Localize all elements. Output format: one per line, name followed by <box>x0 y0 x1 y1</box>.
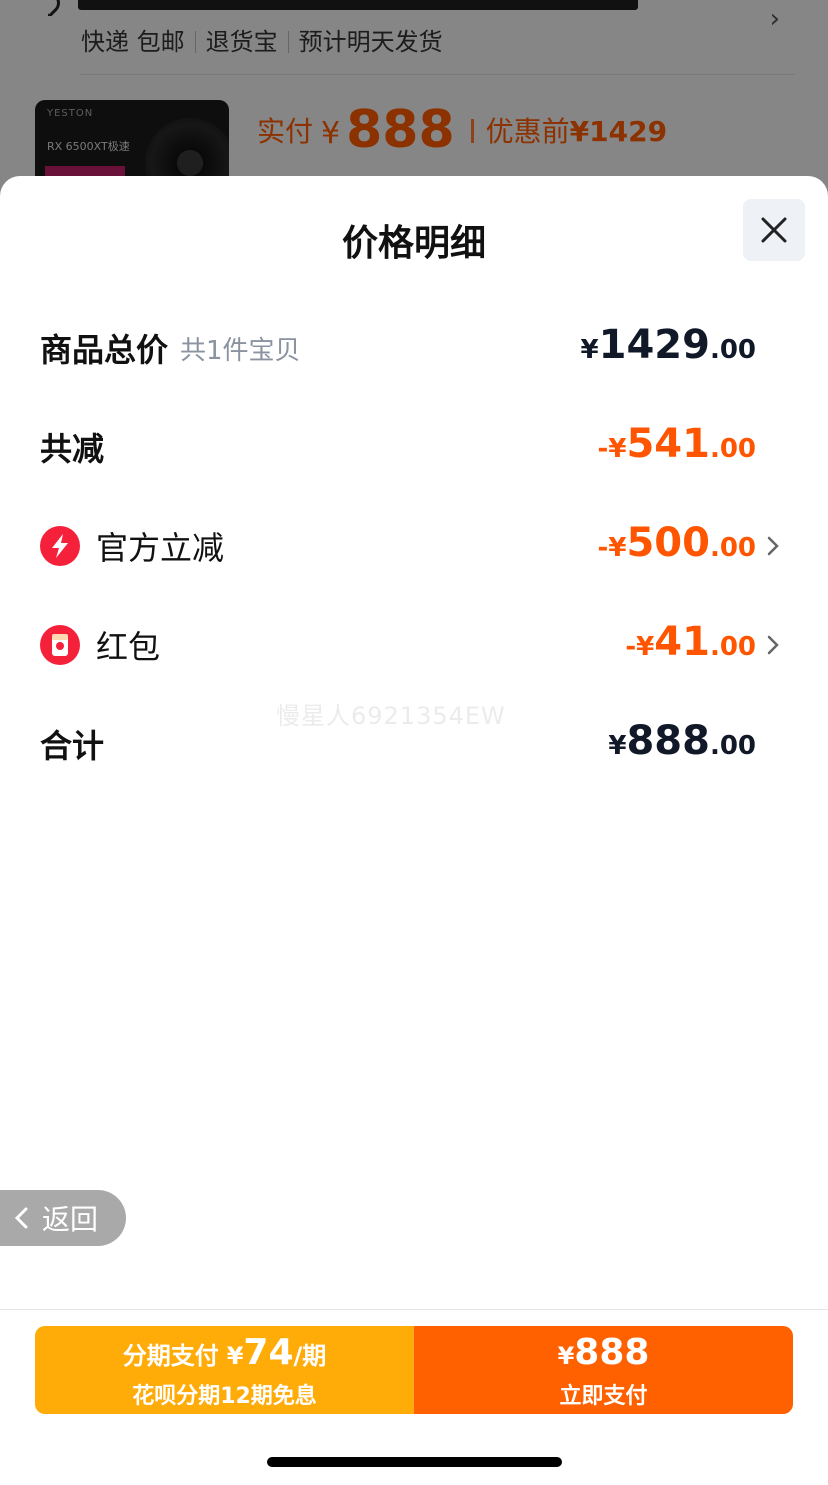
official-discount-amount: -¥ 500.00 <box>597 520 756 566</box>
sheet-title: 价格明细 <box>341 223 486 264</box>
chevron-right-icon <box>767 536 779 556</box>
pay-buttons: 分期支付 ¥74/期 花呗分期12期免息 ¥888 立即支付 <box>35 1326 793 1414</box>
close-button[interactable] <box>743 199 805 261</box>
total-discount-amount: -¥ 541.00 <box>597 421 756 467</box>
lightning-icon <box>40 526 80 566</box>
red-packet-amount: -¥ 41.00 <box>625 619 756 665</box>
installment-pay-button[interactable]: 分期支付 ¥74/期 花呗分期12期免息 <box>35 1326 414 1414</box>
back-button[interactable]: 返回 <box>0 1190 126 1246</box>
red-packet-icon <box>40 625 80 665</box>
row-total-discount: 共减 -¥ 541.00 <box>0 417 828 477</box>
overlay-dim[interactable] <box>0 0 828 200</box>
row-red-packet[interactable]: 红包 -¥ 41.00 <box>0 615 828 675</box>
total-price-amount: ¥1429.00 <box>580 322 756 368</box>
divider <box>0 1309 828 1310</box>
grand-total-amount: ¥888.00 <box>608 718 756 764</box>
row-total-price: 商品总价 共1件宝贝 ¥1429.00 <box>0 318 828 378</box>
row-official-discount[interactable]: 官方立减 -¥ 500.00 <box>0 516 828 576</box>
pay-now-button[interactable]: ¥888 立即支付 <box>414 1326 793 1414</box>
home-indicator[interactable] <box>267 1457 562 1467</box>
price-detail-sheet: 价格明细 商品总价 共1件宝贝 ¥1429.00 共减 -¥ 541.00 官方立… <box>0 176 828 1485</box>
close-icon <box>761 217 787 243</box>
chevron-right-icon <box>767 635 779 655</box>
chevron-left-icon <box>14 1207 28 1229</box>
row-grand-total: 合计 ¥888.00 <box>0 714 828 774</box>
